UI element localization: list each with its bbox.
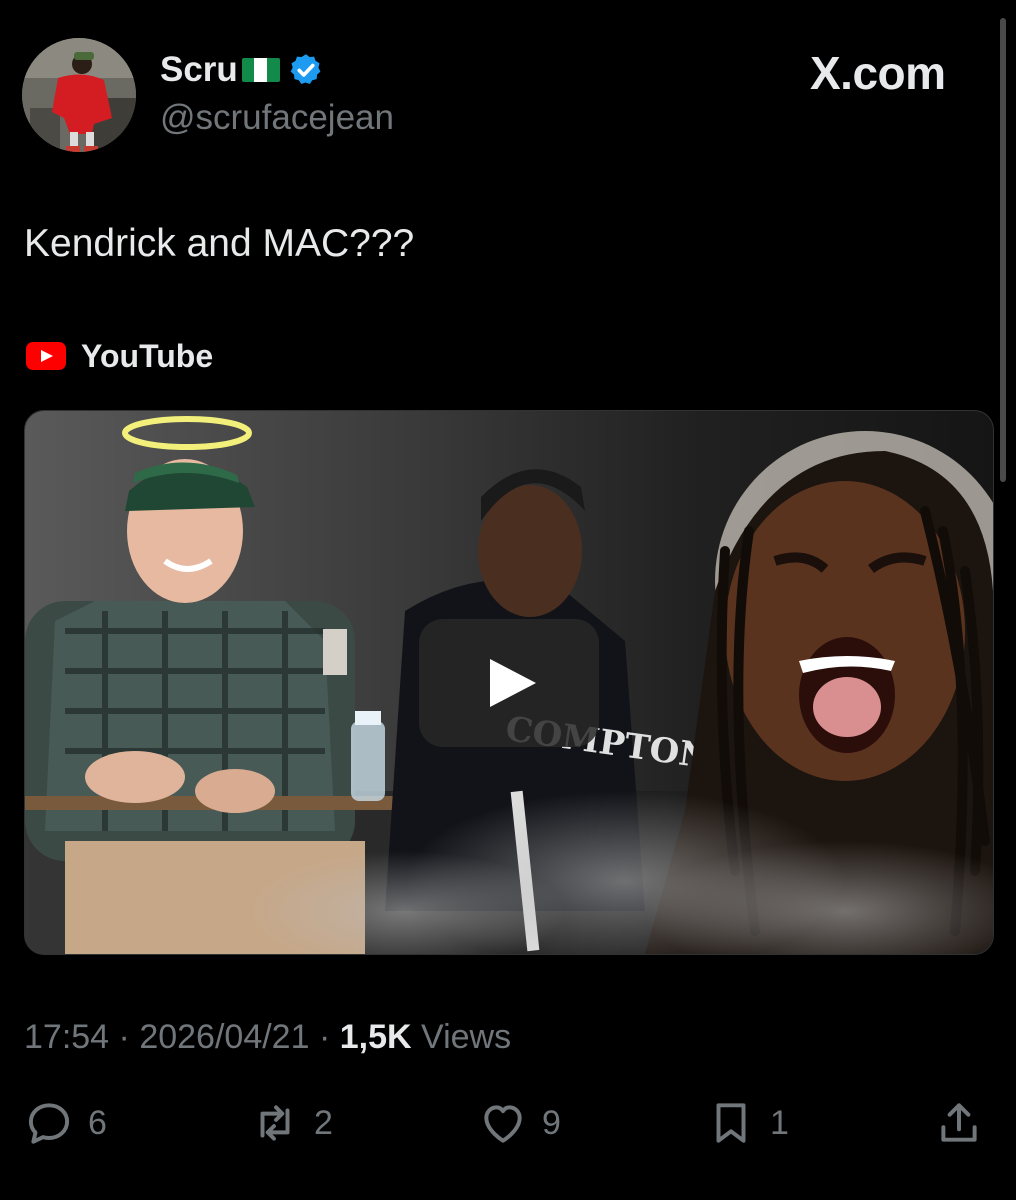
like-button[interactable]: 9 — [478, 1098, 561, 1148]
repost-count: 2 — [314, 1103, 333, 1142]
source-label: YouTube — [81, 337, 214, 374]
like-count: 9 — [542, 1103, 561, 1142]
link-source[interactable]: YouTube — [26, 336, 213, 376]
reply-icon — [28, 1103, 70, 1144]
avatar[interactable] — [22, 38, 136, 152]
meta-separator: · — [118, 1018, 140, 1056]
repost-icon — [260, 1105, 290, 1141]
scrollbar[interactable] — [1000, 18, 1006, 482]
nigeria-flag-icon — [241, 58, 280, 82]
author-name-row[interactable]: Scru — [160, 50, 324, 90]
tweet-meta: 17:54 · 2026/04/21 · 1,5K Views — [24, 1018, 511, 1057]
share-button[interactable] — [934, 1098, 984, 1148]
tweet-date[interactable]: 2026/04/21 — [139, 1018, 309, 1056]
author-name[interactable]: Scru — [160, 50, 238, 90]
views-count: 1,5K — [339, 1018, 412, 1056]
avatar-image — [22, 38, 136, 152]
tweet-text: Kendrick and MAC??? — [24, 222, 415, 265]
verified-badge-icon — [290, 54, 321, 84]
play-button[interactable] — [419, 619, 599, 747]
repost-button[interactable]: 2 — [250, 1098, 333, 1148]
tweet-time[interactable]: 17:54 — [24, 1018, 109, 1056]
reply-button[interactable]: 6 — [24, 1098, 107, 1148]
share-icon — [941, 1103, 977, 1142]
author-handle[interactable]: @scrufacejean — [160, 98, 394, 138]
youtube-icon — [26, 342, 66, 370]
bookmark-count: 1 — [770, 1103, 789, 1142]
action-bar: 6 2 9 1 — [0, 1098, 1016, 1158]
video-thumbnail[interactable]: COMPTON — [24, 410, 994, 955]
reply-count: 6 — [88, 1103, 107, 1142]
bookmark-icon — [716, 1103, 746, 1143]
bookmark-button[interactable]: 1 — [706, 1098, 789, 1148]
views-label: Views — [421, 1018, 512, 1056]
meta-separator: · — [318, 1018, 340, 1056]
heart-icon — [484, 1105, 522, 1143]
x-brand-label: X.com — [810, 47, 946, 99]
